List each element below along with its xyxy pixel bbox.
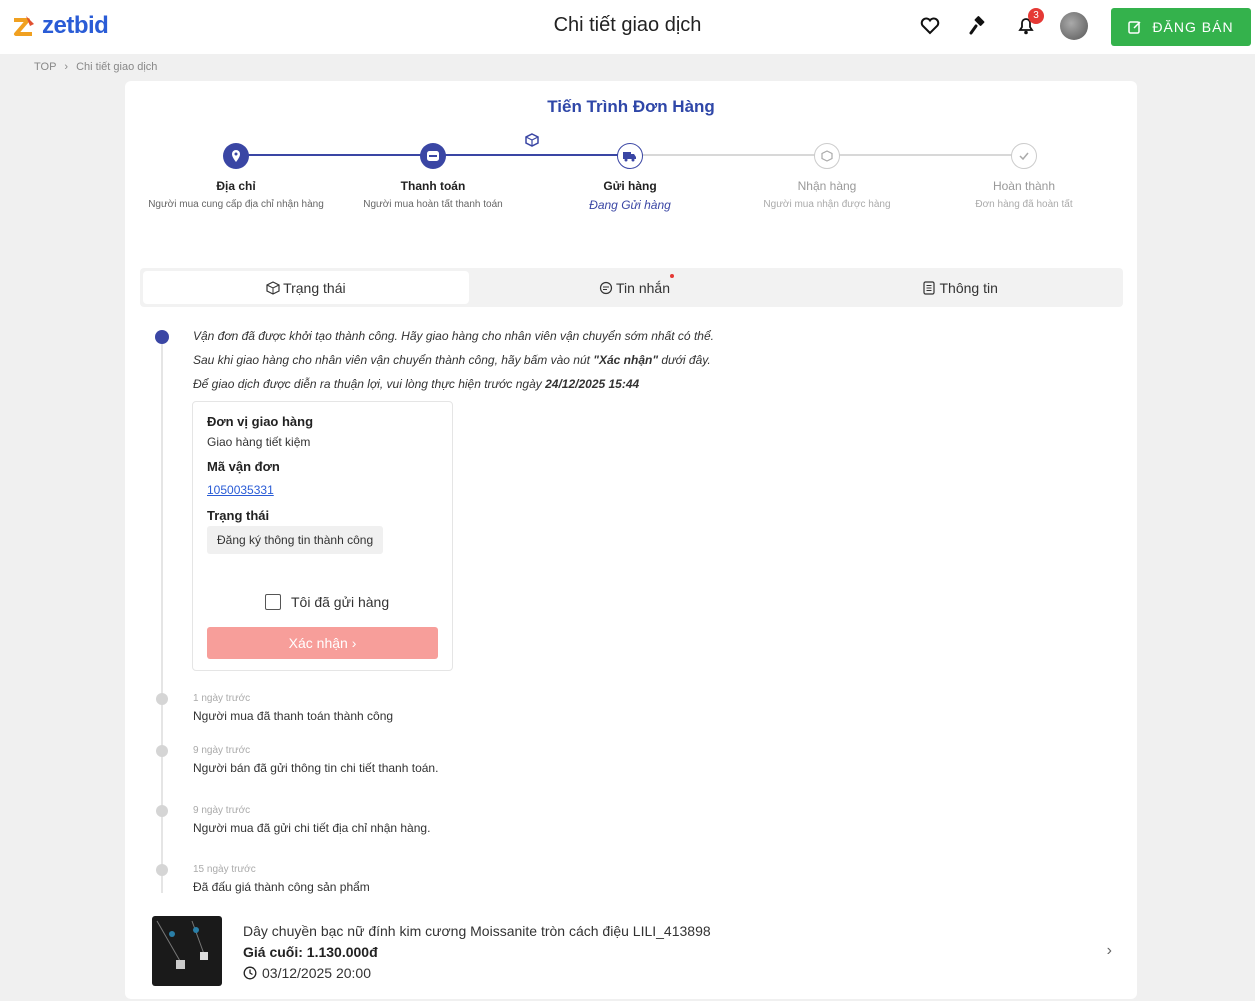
top-header: zetbid Chi tiết giao dịch 3 ĐĂNG BÁN [0, 0, 1255, 54]
shipped-checkbox-row[interactable]: Tôi đã gửi hàng [265, 594, 389, 610]
notification-badge: 3 [1028, 8, 1044, 24]
tab-label: Tin nhắn [616, 279, 670, 296]
tab-label: Thông tin [939, 279, 998, 296]
product-image [152, 916, 222, 986]
event-time: 9 ngày trước [193, 805, 251, 816]
tracking-label: Mã vận đơn [207, 459, 280, 474]
package-icon [266, 280, 280, 295]
product-name: Dây chuyền bạc nữ đính kim cương Moissan… [243, 923, 711, 939]
shipped-checkbox[interactable] [265, 594, 281, 610]
product-date-text: 03/12/2025 20:00 [262, 965, 371, 981]
chat-icon [599, 281, 613, 294]
step-desc: Đơn hàng đã hoàn tất [975, 199, 1073, 210]
tab-messages[interactable]: Tin nhắn [472, 268, 798, 307]
product-date: 03/12/2025 20:00 [243, 965, 371, 981]
carrier-label: Đơn vị giao hàng [207, 414, 314, 429]
product-price: Giá cuối: 1.130.000đ [243, 944, 378, 960]
event-message-line: Vận đơn đã được khởi tạo thành công. Hãy… [193, 329, 714, 343]
tab-status[interactable]: Trạng thái [143, 271, 469, 304]
event-time: 1 ngày trước [193, 693, 251, 704]
breadcrumb-home[interactable]: TOP [34, 61, 56, 73]
tab-info[interactable]: Thông tin [797, 268, 1123, 307]
breadcrumb-current: Chi tiết giao dịch [76, 61, 158, 73]
breadcrumb: TOP › Chi tiết giao dịch [34, 61, 157, 73]
step-payment: Thanh toán Người mua hoàn tất thanh toán [343, 143, 523, 213]
location-icon [223, 143, 249, 169]
event-text: Người bán đã gửi thông tin chi tiết than… [193, 761, 439, 775]
confirm-button[interactable]: Xác nhận › [207, 627, 438, 659]
unread-dot [669, 274, 674, 278]
progress-title: Tiến Trình Đơn Hàng [547, 97, 715, 116]
box-icon [814, 143, 840, 169]
event-text: Đã đấu giá thành công sản phẩm [193, 880, 370, 894]
timeline-dot [156, 693, 168, 705]
tab-bar: Trạng thái Tin nhắn Thông tin [140, 268, 1123, 307]
timeline-dot [156, 745, 168, 757]
bell-icon[interactable]: 3 [1012, 8, 1044, 40]
post-button-label: ĐĂNG BÁN [1152, 19, 1234, 35]
product-summary[interactable]: Dây chuyền bạc nữ đính kim cương Moissan… [152, 916, 1112, 988]
timeline-dot [156, 805, 168, 817]
edit-icon [1128, 21, 1141, 34]
step-desc: Người mua cung cấp địa chỉ nhận hàng [148, 199, 324, 210]
truck-icon [617, 143, 643, 169]
step-name: Nhận hàng [797, 179, 857, 193]
step-complete: Hoàn thành Đơn hàng đã hoàn tất [934, 143, 1114, 213]
document-icon [923, 280, 936, 295]
event-deadline-line: Để giao dịch được diễn ra thuận lợi, vui… [193, 377, 640, 391]
tracking-number-link[interactable]: 1050035331 [207, 483, 274, 497]
chevron-right-icon: › [64, 61, 69, 73]
step-shipping: Gửi hàng Đang Gửi hàng [540, 143, 720, 213]
tab-label: Trạng thái [283, 279, 346, 296]
heart-icon[interactable] [916, 12, 944, 40]
avatar[interactable] [1060, 12, 1088, 40]
event-time: 9 ngày trước [193, 745, 251, 756]
step-name: Gửi hàng [603, 179, 657, 193]
step-desc: Người mua hoàn tất thanh toán [363, 199, 503, 210]
event-text: Người mua đã thanh toán thành công [193, 709, 394, 723]
carrier-value: Giao hàng tiết kiệm [207, 435, 311, 449]
clock-icon [243, 966, 257, 980]
post-listing-button[interactable]: ĐĂNG BÁN [1111, 8, 1251, 46]
check-icon [1011, 143, 1037, 169]
step-address: Địa chỉ Người mua cung cấp địa chỉ nhận … [146, 143, 326, 213]
timeline-dot-current [155, 330, 169, 344]
shipping-info-box: Đơn vị giao hàng Giao hàng tiết kiệm Mã … [192, 401, 453, 671]
checkbox-label: Tôi đã gửi hàng [291, 594, 390, 610]
step-desc: Người mua nhận được hàng [763, 199, 891, 210]
chevron-right-icon[interactable]: › [1107, 942, 1112, 960]
status-label: Trạng thái [207, 508, 270, 523]
event-text: Người mua đã gửi chi tiết địa chỉ nhận h… [193, 821, 431, 835]
transaction-card: Tiến Trình Đơn Hàng Địa chỉ Người mua cu… [125, 81, 1137, 999]
package-moving-icon [525, 133, 539, 147]
timeline-dot [156, 864, 168, 876]
step-receive: Nhận hàng Người mua nhận được hàng [737, 143, 917, 213]
step-name: Hoàn thành [992, 179, 1056, 193]
step-name: Địa chỉ [216, 179, 256, 193]
step-name: Thanh toán [400, 179, 466, 193]
event-message-line: Sau khi giao hàng cho nhân viên vận chuy… [193, 353, 711, 367]
payment-icon [420, 143, 446, 169]
status-badge: Đăng ký thông tin thành công [207, 526, 384, 554]
gavel-icon[interactable] [964, 12, 992, 40]
step-desc: Đang Gửi hàng [589, 198, 671, 212]
event-time: 15 ngày trước [193, 864, 256, 875]
